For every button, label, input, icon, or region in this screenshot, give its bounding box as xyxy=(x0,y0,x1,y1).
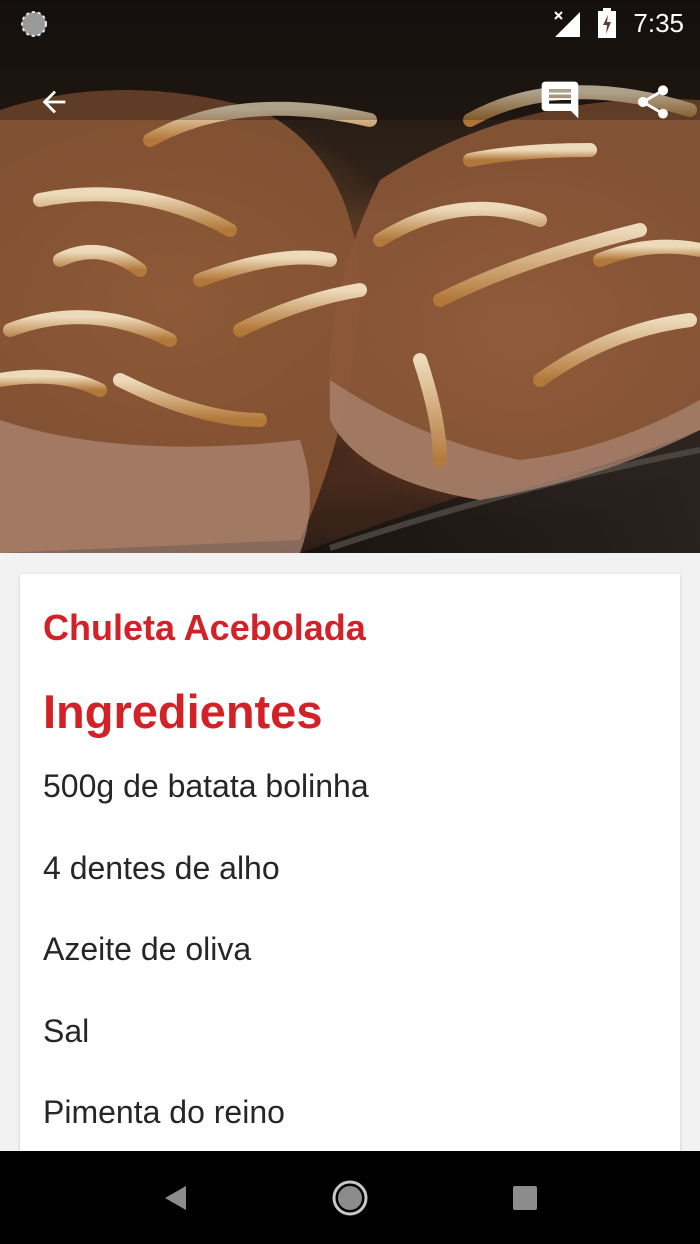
share-button[interactable] xyxy=(629,78,677,126)
nav-back-button[interactable] xyxy=(150,1173,200,1223)
share-icon xyxy=(638,85,668,119)
ingredient-item: 500g de batata bolinha xyxy=(43,768,369,804)
recipe-title: Chuleta Acebolada xyxy=(43,607,366,648)
nav-recents-icon xyxy=(513,1186,537,1210)
system-navigation-bar xyxy=(0,1151,700,1244)
nav-recents-button[interactable] xyxy=(500,1173,550,1223)
ingredients-heading: Ingredientes xyxy=(43,685,323,738)
status-clock: 7:35 xyxy=(633,8,684,38)
recipe-card: Chuleta Acebolada Ingredientes 500g de b… xyxy=(20,574,680,1174)
sync-indicator-icon xyxy=(21,11,47,37)
back-button[interactable] xyxy=(30,78,78,126)
recipe-hero-image xyxy=(0,0,700,553)
arrow-back-icon xyxy=(42,90,66,114)
nav-home-button[interactable] xyxy=(325,1173,375,1223)
comment-icon xyxy=(541,81,579,119)
ingredient-item: 4 dentes de alho xyxy=(43,849,280,886)
ingredient-item: Sal xyxy=(43,1012,90,1049)
no-signal-icon xyxy=(554,11,580,37)
hero-photo-illustration xyxy=(0,0,700,553)
nav-back-icon xyxy=(165,1186,186,1210)
ingredient-list: 500g de batata bolinha 4 dentes de alho … xyxy=(43,764,369,1172)
comments-button[interactable] xyxy=(536,76,584,124)
status-bar: 7:35 xyxy=(0,0,700,48)
ingredient-item: Azeite de oliva xyxy=(43,931,252,967)
nav-home-icon xyxy=(332,1180,368,1216)
battery-charging-icon xyxy=(598,8,616,38)
